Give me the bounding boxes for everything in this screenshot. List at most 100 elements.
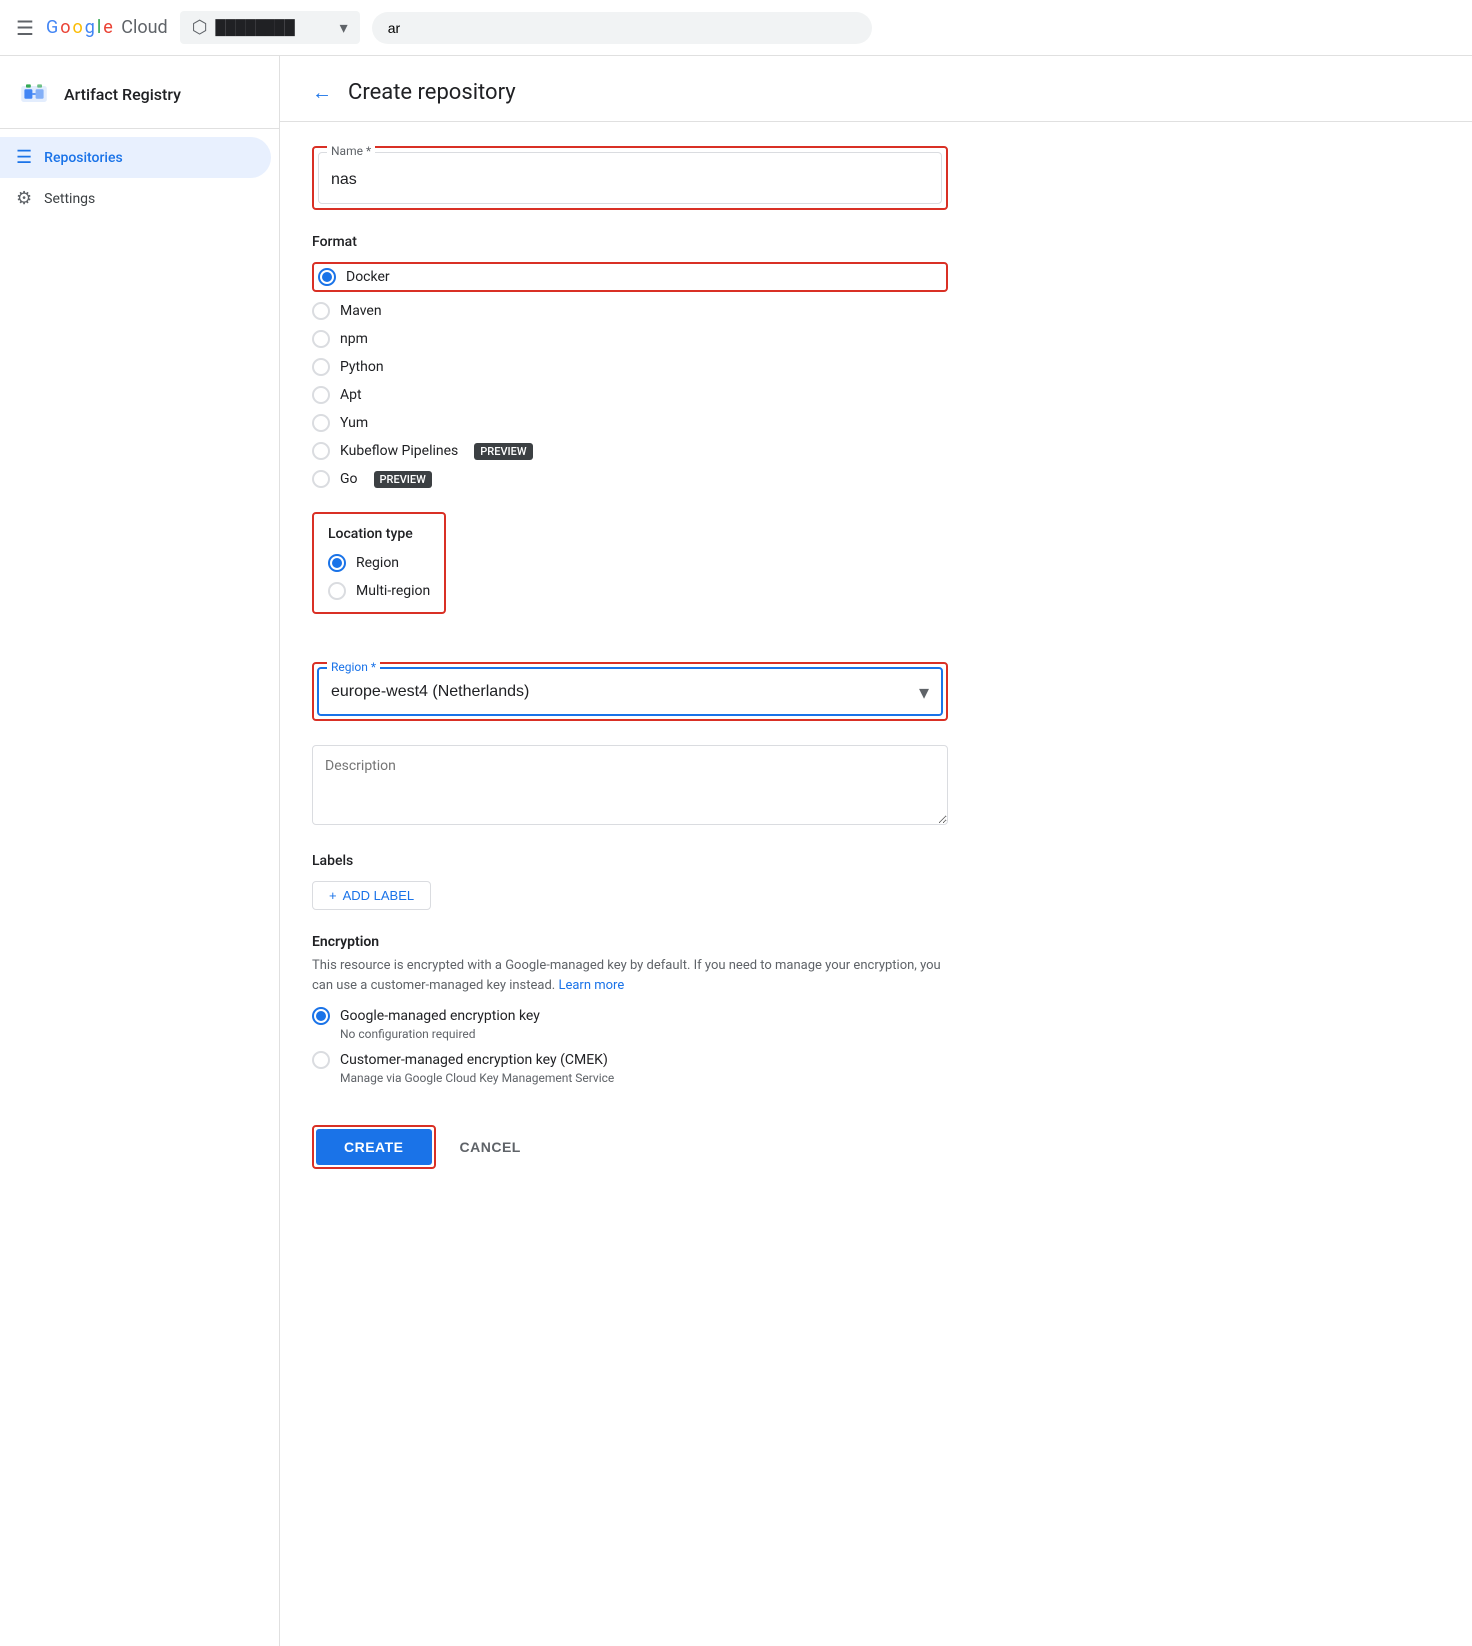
labels-field-group: Labels + ADD LABEL bbox=[312, 853, 948, 910]
radio-maven-circle bbox=[312, 302, 330, 320]
sidebar: Artifact Registry ☰ Repositories ⚙ Setti… bbox=[0, 56, 280, 1646]
region-select[interactable]: europe-west4 (Netherlands) us-central1 (… bbox=[319, 669, 941, 714]
sidebar-item-settings[interactable]: ⚙ Settings bbox=[0, 178, 271, 219]
region-select-inner: Region * europe-west4 (Netherlands) us-c… bbox=[317, 667, 943, 716]
encryption-cmek-option: Customer-managed encryption key (CMEK) M… bbox=[312, 1051, 948, 1085]
project-picker[interactable]: ⬡ ████████ ▾ bbox=[180, 11, 360, 44]
format-radio-apt[interactable]: Apt bbox=[312, 386, 948, 404]
location-type-label: Location type bbox=[328, 526, 430, 542]
format-yum-label: Yum bbox=[340, 415, 368, 431]
add-label-button[interactable]: + ADD LABEL bbox=[312, 881, 431, 910]
chevron-down-icon: ▾ bbox=[340, 18, 348, 37]
create-button[interactable]: CREATE bbox=[316, 1129, 432, 1165]
format-radio-yum[interactable]: Yum bbox=[312, 414, 948, 432]
encryption-title: Encryption bbox=[312, 934, 948, 950]
sidebar-nav: ☰ Repositories ⚙ Settings bbox=[0, 129, 279, 227]
format-apt-label: Apt bbox=[340, 387, 362, 403]
format-docker-label: Docker bbox=[346, 269, 390, 285]
encryption-google-label: Google-managed encryption key bbox=[340, 1008, 540, 1024]
format-go-label: Go bbox=[340, 471, 358, 487]
encryption-desc: This resource is encrypted with a Google… bbox=[312, 956, 948, 995]
name-field-group: Name bbox=[312, 146, 948, 210]
location-multiregion-label: Multi-region bbox=[356, 583, 430, 599]
region-select-outer-outline: Region * europe-west4 (Netherlands) us-c… bbox=[312, 662, 948, 721]
encryption-cmek-label: Customer-managed encryption key (CMEK) bbox=[340, 1052, 608, 1068]
format-radio-python[interactable]: Python bbox=[312, 358, 948, 376]
location-type-outline: Location type Region Multi-region bbox=[312, 512, 446, 614]
form-container: Name Format Docker bbox=[280, 122, 980, 1193]
back-button[interactable]: ← bbox=[312, 80, 332, 105]
main-content: ← Create repository Name Format bbox=[280, 56, 1472, 1646]
format-label: Format bbox=[312, 234, 948, 250]
radio-multiregion-circle bbox=[328, 582, 346, 600]
name-label: Name bbox=[327, 144, 375, 158]
radio-google-key-circle bbox=[312, 1007, 330, 1025]
name-field-wrapper: Name bbox=[318, 152, 942, 204]
format-field-group: Format Docker Maven bbox=[312, 234, 948, 488]
format-docker-outline: Docker bbox=[312, 262, 948, 292]
sidebar-header: Artifact Registry bbox=[0, 56, 279, 129]
sidebar-title: Artifact Registry bbox=[64, 85, 181, 104]
action-bar: CREATE CANCEL bbox=[312, 1109, 948, 1169]
radio-docker-circle bbox=[318, 268, 336, 286]
location-type-radio-group: Region Multi-region bbox=[328, 554, 430, 600]
add-label-plus-icon: + bbox=[329, 888, 337, 903]
sidebar-item-repositories[interactable]: ☰ Repositories bbox=[0, 137, 271, 178]
repositories-icon: ☰ bbox=[16, 147, 32, 168]
format-radio-go[interactable]: Go PREVIEW bbox=[312, 470, 948, 488]
labels-label: Labels bbox=[312, 853, 948, 869]
learn-more-link[interactable]: Learn more bbox=[558, 978, 624, 993]
format-python-label: Python bbox=[340, 359, 384, 375]
radio-kubeflow-circle bbox=[312, 442, 330, 460]
format-radio-npm[interactable]: npm bbox=[312, 330, 948, 348]
kubeflow-preview-badge: PREVIEW bbox=[474, 443, 532, 460]
search-bar bbox=[372, 12, 872, 44]
page-header: ← Create repository bbox=[280, 56, 1472, 122]
format-maven-label: Maven bbox=[340, 303, 382, 319]
menu-icon[interactable]: ☰ bbox=[16, 16, 34, 40]
settings-icon: ⚙ bbox=[16, 188, 32, 209]
app-layout: Artifact Registry ☰ Repositories ⚙ Setti… bbox=[0, 56, 1472, 1646]
radio-cmek-circle bbox=[312, 1051, 330, 1069]
project-dots-icon: ⬡ bbox=[192, 17, 208, 38]
format-radio-maven[interactable]: Maven bbox=[312, 302, 948, 320]
region-field-group: Region * europe-west4 (Netherlands) us-c… bbox=[312, 662, 948, 721]
name-input[interactable] bbox=[331, 167, 929, 189]
name-field-outline: Name bbox=[312, 146, 948, 210]
create-button-outline: CREATE bbox=[312, 1125, 436, 1169]
cancel-button[interactable]: CANCEL bbox=[452, 1129, 529, 1165]
encryption-field-group: Encryption This resource is encrypted wi… bbox=[312, 934, 948, 1085]
encryption-google-option: Google-managed encryption key No configu… bbox=[312, 1007, 948, 1041]
search-input[interactable] bbox=[388, 20, 856, 36]
encryption-radio-cmek[interactable]: Customer-managed encryption key (CMEK) bbox=[312, 1051, 948, 1069]
radio-region-circle bbox=[328, 554, 346, 572]
format-radio-group: Docker Maven npm Python bbox=[312, 262, 948, 488]
sidebar-item-label: Settings bbox=[44, 191, 95, 207]
format-kubeflow-label: Kubeflow Pipelines bbox=[340, 443, 458, 459]
sidebar-item-label: Repositories bbox=[44, 150, 123, 166]
radio-python-circle bbox=[312, 358, 330, 376]
radio-go-circle bbox=[312, 470, 330, 488]
encryption-radio-group: Google-managed encryption key No configu… bbox=[312, 1007, 948, 1085]
description-field-group bbox=[312, 745, 948, 829]
region-label: Region * bbox=[327, 660, 380, 674]
format-radio-kubeflow[interactable]: Kubeflow Pipelines PREVIEW bbox=[312, 442, 948, 460]
location-type-field-group: Location type Region Multi-region bbox=[312, 512, 948, 638]
format-npm-label: npm bbox=[340, 331, 368, 347]
page-title: Create repository bbox=[348, 80, 516, 105]
encryption-cmek-sublabel: Manage via Google Cloud Key Management S… bbox=[340, 1071, 948, 1085]
google-logo: Google Cloud bbox=[46, 17, 168, 38]
encryption-google-sublabel: No configuration required bbox=[340, 1027, 948, 1041]
radio-apt-circle bbox=[312, 386, 330, 404]
radio-yum-circle bbox=[312, 414, 330, 432]
go-preview-badge: PREVIEW bbox=[374, 471, 432, 488]
location-region-label: Region bbox=[356, 555, 399, 571]
project-name: ████████ bbox=[215, 19, 331, 36]
location-type-radio-region[interactable]: Region bbox=[328, 554, 430, 572]
encryption-radio-google[interactable]: Google-managed encryption key bbox=[312, 1007, 948, 1025]
format-radio-docker[interactable]: Docker bbox=[318, 268, 390, 286]
description-textarea[interactable] bbox=[312, 745, 948, 825]
add-label-text: ADD LABEL bbox=[343, 888, 415, 903]
artifact-registry-logo bbox=[16, 76, 52, 112]
location-type-radio-multiregion[interactable]: Multi-region bbox=[328, 582, 430, 600]
